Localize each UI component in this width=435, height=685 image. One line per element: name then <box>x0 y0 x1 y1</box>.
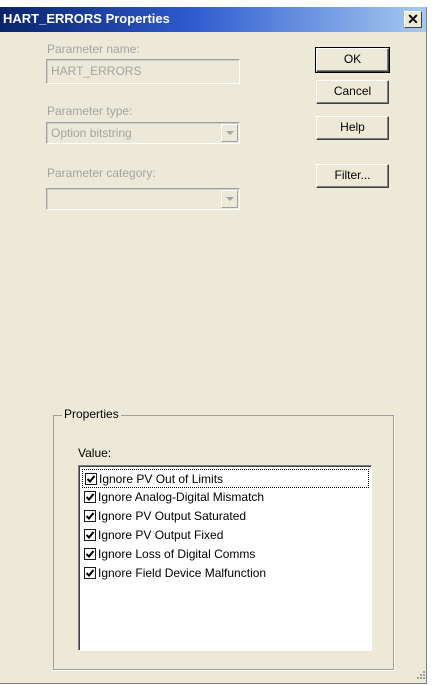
list-item-label: Ignore PV Output Saturated <box>98 509 247 523</box>
parameter-name-value: HART_ERRORS <box>51 64 142 78</box>
options-listbox[interactable]: Ignore PV Out of Limits Ignore Analog-Di… <box>78 465 372 651</box>
list-item[interactable]: Ignore Analog-Digital Mismatch <box>82 488 369 507</box>
list-item[interactable]: Ignore PV Output Saturated <box>82 507 369 526</box>
list-item[interactable]: Ignore Loss of Digital Comms <box>82 545 369 564</box>
parameter-name-field: HART_ERRORS <box>46 59 240 84</box>
parameter-type-label: Parameter type: <box>47 104 133 118</box>
check-icon <box>85 569 95 577</box>
check-icon <box>85 512 95 520</box>
checkbox[interactable] <box>84 491 96 503</box>
close-button[interactable]: ✕ <box>404 11 422 28</box>
window-title: HART_ERRORS Properties <box>3 11 170 26</box>
list-item-label: Ignore Field Device Malfunction <box>98 566 267 580</box>
check-icon <box>85 531 95 539</box>
parameter-type-value: Option bitstring <box>51 126 132 140</box>
checkbox[interactable] <box>84 567 96 579</box>
check-icon <box>85 550 95 558</box>
list-item[interactable]: Ignore PV Output Fixed <box>82 526 369 545</box>
parameter-category-dropdown <box>46 188 240 210</box>
checkbox[interactable] <box>84 510 96 522</box>
list-item[interactable]: Ignore Field Device Malfunction <box>82 564 369 583</box>
chevron-down-icon <box>221 124 238 142</box>
list-item[interactable]: Ignore PV Out of Limits <box>82 469 369 488</box>
parameter-category-label: Parameter category: <box>47 166 156 180</box>
checkbox[interactable] <box>85 473 97 485</box>
parameter-name-label: Parameter name: <box>47 42 140 56</box>
checkbox[interactable] <box>84 529 96 541</box>
title-bar: HART_ERRORS Properties ✕ <box>0 7 426 32</box>
parameter-type-dropdown: Option bitstring <box>46 122 240 144</box>
close-icon: ✕ <box>407 11 419 27</box>
check-icon <box>86 475 96 483</box>
check-icon <box>85 493 95 501</box>
list-item-label: Ignore Analog-Digital Mismatch <box>98 490 265 504</box>
list-item-label: Ignore PV Output Fixed <box>98 528 224 542</box>
list-item-label: Ignore Loss of Digital Comms <box>98 547 256 561</box>
list-item-label: Ignore PV Out of Limits <box>99 472 224 486</box>
chevron-down-icon <box>221 190 238 208</box>
cancel-button[interactable]: Cancel <box>316 80 389 104</box>
resize-grip-icon[interactable] <box>414 668 426 680</box>
checkbox[interactable] <box>84 548 96 560</box>
properties-group-title: Properties <box>62 407 121 421</box>
filter-button[interactable]: Filter... <box>316 164 389 188</box>
help-button[interactable]: Help <box>316 116 389 140</box>
ok-button[interactable]: OK <box>315 47 390 73</box>
value-label: Value: <box>78 446 112 460</box>
